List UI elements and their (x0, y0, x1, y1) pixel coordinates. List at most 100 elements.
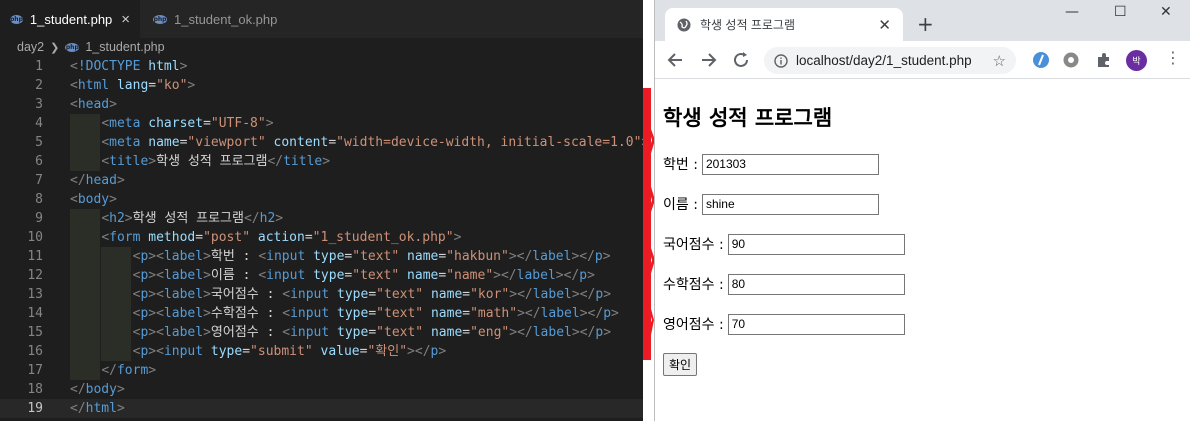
back-arrow-icon[interactable] (665, 49, 687, 71)
code-token: type (313, 268, 345, 283)
code-line[interactable]: 19 </html> (0, 399, 643, 418)
code-token: p (603, 306, 612, 321)
code-line[interactable]: 17 </form> (0, 361, 643, 380)
code-token: html (148, 59, 180, 74)
code-line[interactable]: 4 <meta charset="UTF-8"> (0, 114, 643, 133)
code-line[interactable]: 15 <p><label>영어점수 : <input type="text" n… (0, 323, 643, 342)
code-token: charset (148, 116, 204, 131)
code-token: 학생 성적 프로그램 (156, 154, 268, 169)
code-line[interactable]: 13 <p><label>국어점수 : <input type="text" n… (0, 285, 643, 304)
code-token: label (532, 249, 572, 264)
code-token: ></ (509, 325, 533, 340)
code-line[interactable]: 3 <head> (0, 95, 643, 114)
extension-gear-icon[interactable] (1062, 51, 1080, 69)
line-number: 18 (27, 382, 43, 397)
code-token: "ko" (156, 78, 188, 93)
code-token: < (101, 116, 110, 131)
editor-tab-label: 1_student_ok.php (174, 11, 278, 27)
code-token: >< (148, 344, 164, 359)
code-line[interactable]: 16 <p><input type="submit" value="확인"></… (0, 342, 643, 361)
code-line[interactable]: 9 <h2>학생 성적 프로그램</h2> (0, 209, 643, 228)
code-token: label (163, 325, 204, 340)
math-input[interactable] (727, 273, 905, 295)
code-token: ></ (571, 287, 596, 302)
code-token: label (516, 268, 556, 283)
hakbun-input[interactable] (701, 153, 879, 175)
code-token: input (266, 249, 314, 264)
code-token: > (203, 287, 211, 302)
close-icon[interactable]: ✕ (878, 16, 891, 34)
code-token: < (101, 154, 110, 169)
profile-avatar[interactable]: 박 (1126, 50, 1147, 71)
browser-tab-title: 학생 성적 프로그램 (700, 18, 795, 32)
field-label: 영어점수 : (663, 317, 724, 333)
code-editor[interactable]: php 1_student.php × php 1_student_ok.php… (0, 0, 643, 421)
code-line[interactable]: 1 <!DOCTYPE html> (0, 57, 643, 76)
bookmark-star-icon[interactable]: ☆ (993, 52, 1006, 70)
code-token: type (210, 344, 243, 359)
code-area[interactable]: 1 <!DOCTYPE html> 2 <html lang="ko"> 3 <head>… (0, 57, 643, 418)
minimize-icon[interactable]: — (1065, 4, 1079, 20)
new-tab-button[interactable]: + (917, 14, 934, 34)
globe-icon (677, 18, 691, 31)
code-token: name (407, 249, 439, 264)
code-token: p (595, 325, 604, 340)
code-token: input (290, 306, 338, 321)
code-token: > (116, 401, 125, 416)
code-token: 학생 성적 프로그램 (132, 211, 244, 226)
code-token: label (163, 306, 204, 321)
code-token: h2 (259, 211, 276, 226)
maximize-icon[interactable]: ☐ (1114, 4, 1127, 20)
code-line[interactable]: 14 <p><label>수학점수 : <input type="text" n… (0, 304, 643, 323)
more-menu-icon[interactable]: ⋮ (1165, 50, 1181, 66)
code-token: "text" (376, 325, 424, 340)
form-row-hakbun: 학번 : (663, 153, 1183, 175)
eng-input[interactable] (727, 313, 905, 335)
breadcrumb-folder[interactable]: day2 (17, 40, 44, 54)
code-token: ></ (517, 306, 541, 321)
line-number: 11 (27, 249, 43, 264)
php-file-icon: php (153, 14, 167, 24)
code-token: > (603, 325, 612, 340)
submit-button[interactable] (663, 352, 698, 376)
code-token: "text" (376, 287, 424, 302)
code-line[interactable]: 8 <body> (0, 190, 643, 209)
code-token: > (109, 97, 117, 112)
code-token: "viewport" (187, 135, 266, 150)
address-bar[interactable]: localhost/day2/1_student.php ☆ (764, 47, 1016, 74)
code-line[interactable]: 12 <p><label>이름 : <input type="text" nam… (0, 266, 643, 285)
code-text: <meta name="viewport" content="width=dev… (70, 133, 643, 152)
extension-blue-icon[interactable] (1032, 51, 1050, 69)
code-token: "name" (446, 268, 494, 283)
info-icon[interactable] (774, 53, 788, 68)
code-line[interactable]: 2 <html lang="ko"> (0, 76, 643, 95)
editor-tab-label: 1_student.php (29, 12, 113, 27)
reload-icon[interactable] (730, 49, 752, 71)
breadcrumb-file[interactable]: 1_student.php (85, 40, 164, 54)
code-token: meta (109, 135, 149, 150)
puzzle-icon[interactable] (1095, 51, 1113, 69)
code-text: </body> (70, 380, 125, 399)
code-line[interactable]: 5 <meta name="viewport" content="width=d… (0, 133, 643, 152)
forward-arrow-icon[interactable] (697, 49, 719, 71)
editor-tab-1-student[interactable]: php 1_student.php × (0, 0, 140, 38)
code-token: ></ (579, 306, 604, 321)
editor-tab-1-student-ok[interactable]: php 1_student_ok.php (143, 0, 313, 38)
code-line[interactable]: 6 <title>학생 성적 프로그램</title> (0, 152, 643, 171)
code-line[interactable]: 18 </body> (0, 380, 643, 399)
code-line[interactable]: 7 </head> (0, 171, 643, 190)
form-row-submit (663, 352, 1183, 376)
kor-input[interactable] (727, 233, 905, 255)
form-row-eng: 영어점수 : (663, 313, 1183, 335)
form-row-name: 이름 : (663, 193, 1183, 215)
code-line[interactable]: 11 <p><label>학번 : <input type="text" nam… (0, 247, 643, 266)
close-icon[interactable]: × (121, 11, 130, 28)
name-input[interactable] (701, 193, 879, 215)
close-window-icon[interactable]: ✕ (1160, 4, 1172, 20)
code-line[interactable]: 10 <form method="post" action="1_student… (0, 228, 643, 247)
browser-tab[interactable]: 학생 성적 프로그램 ✕ (665, 8, 903, 41)
